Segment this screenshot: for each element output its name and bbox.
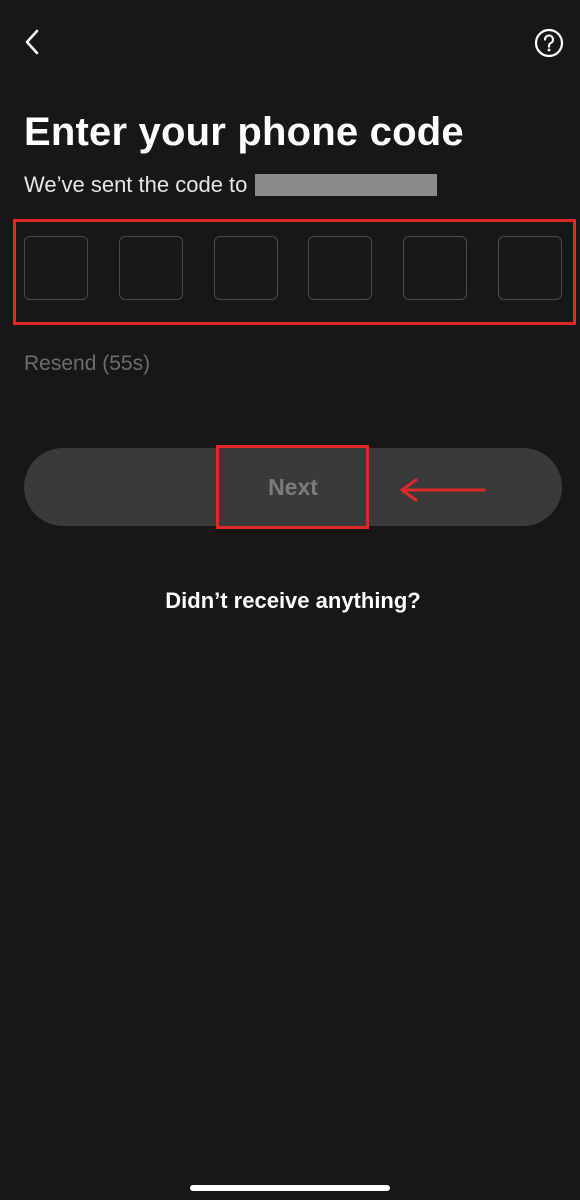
arrow-left-icon — [400, 478, 486, 502]
masked-phone-number — [255, 174, 438, 196]
home-indicator — [190, 1185, 390, 1191]
subtitle-text: We’ve sent the code to — [24, 172, 248, 197]
code-digit-3[interactable] — [213, 236, 278, 300]
code-digit-2[interactable] — [118, 236, 183, 300]
top-bar — [0, 20, 580, 64]
page-title: Enter your phone code — [24, 110, 464, 154]
question-circle-icon — [534, 28, 564, 58]
code-digit-5[interactable] — [403, 236, 468, 300]
chevron-left-icon — [25, 29, 39, 55]
back-button[interactable] — [14, 20, 50, 64]
code-digit-4[interactable] — [308, 236, 373, 300]
resend-code-link[interactable]: Resend (55s) — [24, 352, 150, 376]
help-button[interactable] — [532, 26, 566, 60]
code-digit-6[interactable] — [497, 236, 562, 300]
didnt-receive-link[interactable]: Didn’t receive anything? — [0, 588, 580, 614]
next-button-label: Next — [268, 473, 318, 500]
code-digit-1[interactable] — [24, 236, 88, 300]
page-subtitle: We’ve sent the code to — [24, 172, 438, 198]
code-input-group — [24, 236, 562, 302]
